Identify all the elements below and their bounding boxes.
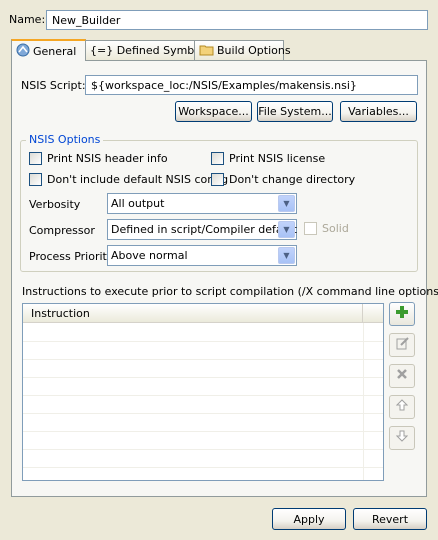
priority-label: Process Priority — [29, 250, 114, 263]
verbosity-value: All output — [111, 197, 165, 210]
priority-value: Above normal — [111, 249, 188, 262]
print-header-label: Print NSIS header info — [47, 152, 168, 165]
verbosity-label: Verbosity — [29, 198, 81, 211]
tab-build-options[interactable]: Build Options — [194, 40, 291, 60]
compressor-value: Defined in script/Compiler default — [111, 223, 297, 236]
no-change-dir-box[interactable] — [211, 173, 224, 186]
name-input[interactable]: New_Builder — [46, 10, 428, 30]
arrow-up-icon — [395, 399, 409, 415]
add-icon — [395, 305, 409, 323]
instruction-column-header[interactable]: Instruction — [23, 304, 363, 323]
verbosity-select[interactable]: All output ▼ — [107, 193, 297, 214]
apply-button[interactable]: Apply — [272, 508, 346, 530]
chevron-down-icon[interactable]: ▼ — [278, 247, 295, 264]
solid-box[interactable] — [304, 222, 317, 235]
no-default-config-checkbox[interactable]: Don't include default NSIS config — [29, 173, 228, 186]
nsis-script-input[interactable]: ${workspace_loc:/NSIS/Examples/makensis.… — [85, 75, 418, 95]
instructions-table[interactable]: Instruction — [22, 303, 384, 481]
edit-instruction-button[interactable] — [389, 333, 415, 357]
folder-icon — [199, 43, 214, 59]
move-up-button[interactable] — [389, 395, 415, 419]
nsis-script-label: NSIS Script: — [21, 79, 86, 92]
arrow-down-icon — [395, 430, 409, 446]
general-icon — [16, 43, 30, 60]
variables-button[interactable]: Variables... — [340, 101, 417, 122]
remove-instruction-button[interactable] — [389, 364, 415, 388]
print-license-label: Print NSIS license — [229, 152, 326, 165]
move-down-button[interactable] — [389, 426, 415, 450]
solid-checkbox[interactable]: Solid — [304, 222, 349, 235]
no-change-dir-label: Don't change directory — [229, 173, 356, 186]
no-default-config-box[interactable] — [29, 173, 42, 186]
tab-general[interactable]: General — [11, 39, 86, 61]
print-header-box[interactable] — [29, 152, 42, 165]
nsis-options-title: NSIS Options — [26, 133, 104, 146]
no-change-dir-checkbox[interactable]: Don't change directory — [211, 173, 355, 186]
tab-defined-symbols-label: {=} Defined Symbols — [90, 44, 210, 57]
print-license-box[interactable] — [211, 152, 224, 165]
print-license-checkbox[interactable]: Print NSIS license — [211, 152, 325, 165]
instruction-column-label: Instruction — [31, 306, 90, 320]
solid-label: Solid — [322, 222, 349, 235]
chevron-down-icon[interactable]: ▼ — [278, 195, 295, 212]
tab-general-label: General — [33, 44, 77, 58]
edit-icon — [395, 336, 409, 354]
print-header-checkbox[interactable]: Print NSIS header info — [29, 152, 168, 165]
name-label: Name: — [9, 13, 46, 26]
chevron-down-icon[interactable]: ▼ — [278, 221, 295, 238]
compressor-label: Compressor — [29, 224, 95, 237]
tab-defined-symbols[interactable]: {=} Defined Symbols — [85, 40, 210, 60]
table-header-filler — [363, 304, 383, 323]
instructions-label: Instructions to execute prior to script … — [22, 285, 438, 298]
priority-select[interactable]: Above normal ▼ — [107, 245, 297, 266]
workspace-button[interactable]: Workspace... — [175, 101, 252, 122]
tab-build-options-label: Build Options — [217, 44, 291, 57]
add-instruction-button[interactable] — [389, 302, 415, 326]
compressor-select[interactable]: Defined in script/Compiler default ▼ — [107, 219, 297, 240]
no-default-config-label: Don't include default NSIS config — [47, 173, 229, 186]
delete-icon — [396, 368, 408, 384]
revert-button[interactable]: Revert — [353, 508, 427, 530]
file-system-button[interactable]: File System... — [257, 101, 333, 122]
